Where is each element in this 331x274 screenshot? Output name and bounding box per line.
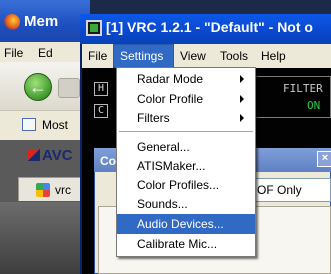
menu-settings-label: Settings [120, 49, 164, 63]
site-logo[interactable]: AVC [28, 147, 73, 164]
menu-item-label: General... [137, 140, 190, 154]
firefox-page-area [0, 202, 90, 274]
menu-item-label: Radar Mode [137, 72, 204, 86]
menu-file[interactable]: File [88, 49, 107, 63]
google-favicon-icon [36, 183, 50, 197]
dialog-title: Co [100, 154, 116, 168]
menu-item-filters[interactable]: Filters [117, 108, 255, 128]
menu-item-label: Sounds... [137, 197, 188, 211]
menu-item-atismaker[interactable]: ATISMaker... [117, 156, 255, 176]
menu-item-color-profile[interactable]: Color Profile [117, 89, 255, 109]
menu-tools[interactable]: Tools [220, 49, 248, 63]
radar-button-h[interactable]: H [94, 82, 108, 96]
menu-settings[interactable]: Settings [113, 44, 174, 68]
menu-item-audio-devices[interactable]: Audio Devices... [117, 214, 255, 234]
bookmark-most-visited[interactable]: Most [42, 118, 68, 132]
menu-item-color-profiles[interactable]: Color Profiles... [117, 175, 255, 195]
menu-item-radar-mode[interactable]: Radar Mode [117, 69, 255, 89]
menu-help[interactable]: Help [261, 49, 286, 63]
menu-item-label: Filters [137, 111, 170, 125]
vrc-window-title: [1] VRC 1.2.1 - "Default" - Not o [106, 19, 313, 35]
menu-item-calibrate-mic[interactable]: Calibrate Mic... [117, 234, 255, 254]
menu-item-label: Color Profile [137, 92, 204, 106]
radar-button-c[interactable]: C [94, 104, 108, 118]
bookmark-page-icon [22, 118, 36, 131]
menu-item-label: ATISMaker... [137, 159, 206, 173]
of-only-value: OF Only [257, 183, 302, 197]
menu-item-label: Color Profiles... [137, 178, 220, 192]
close-icon[interactable]: × [317, 151, 331, 167]
menu-separator [119, 131, 253, 132]
menu-item-general[interactable]: General... [117, 137, 255, 157]
firefox-menu-edit[interactable]: Ed [38, 46, 53, 60]
firefox-menu-file[interactable]: File [4, 46, 23, 60]
of-only-field[interactable]: OF Only [254, 178, 331, 202]
menu-item-label: Calibrate Mic... [137, 237, 218, 251]
menu-item-label: Audio Devices... [137, 217, 224, 231]
menu-view[interactable]: View [180, 49, 206, 63]
submenu-arrow-icon [240, 95, 244, 103]
firefox-tab-label[interactable]: vrc [55, 183, 71, 197]
submenu-arrow-icon [240, 75, 244, 83]
firefox-window-title: Mem [24, 13, 59, 30]
back-arrow-icon[interactable]: ← [24, 73, 52, 101]
vrc-app-icon [86, 20, 102, 36]
filter-status: ON [307, 99, 321, 112]
firefox-logo-icon [4, 14, 20, 30]
site-logo-text: AVC [42, 147, 73, 164]
menu-item-sounds[interactable]: Sounds... [117, 194, 255, 214]
filter-label: FILTER [283, 82, 323, 95]
submenu-arrow-icon [240, 114, 244, 122]
avc-logo-icon [28, 149, 40, 161]
forward-button[interactable] [58, 78, 80, 98]
